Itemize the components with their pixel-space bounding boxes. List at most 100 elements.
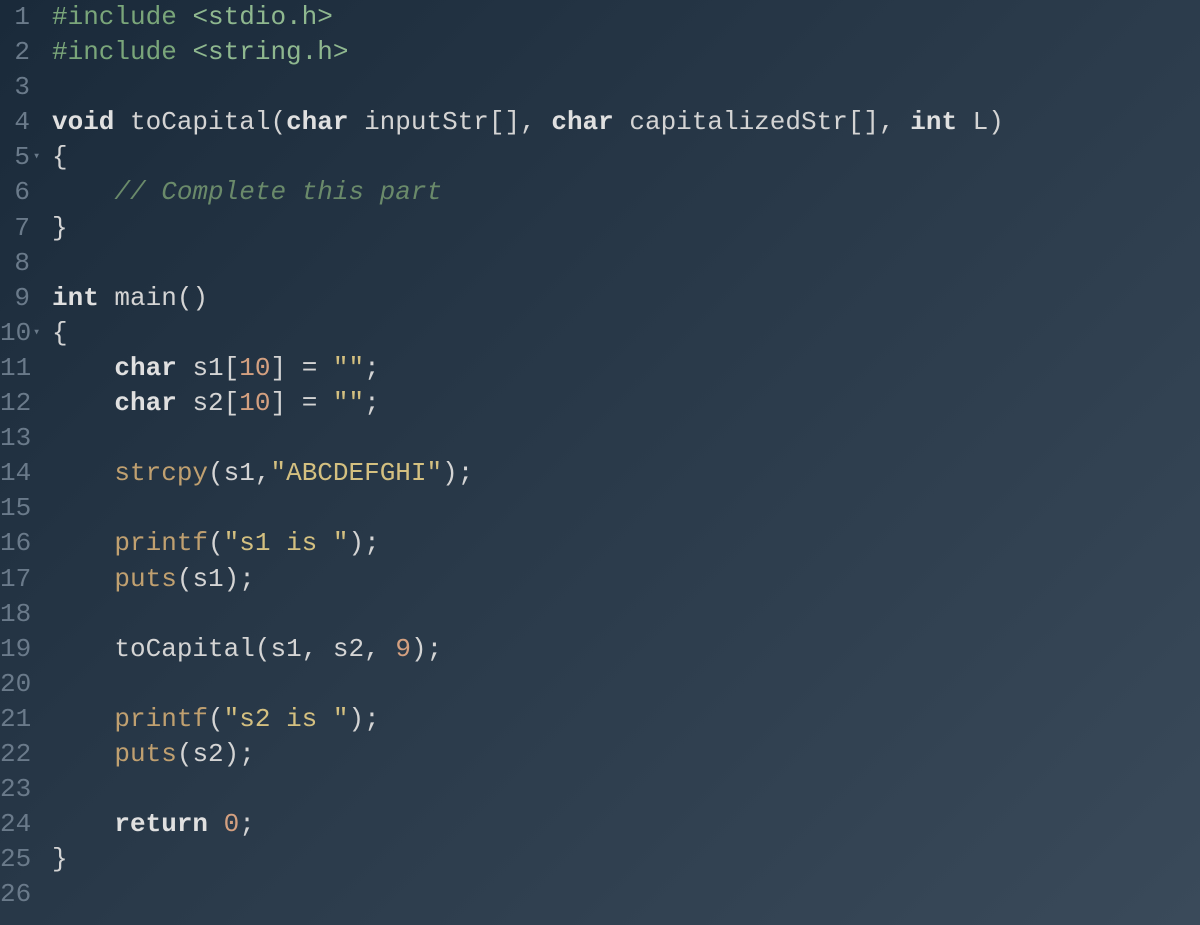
code-line[interactable] xyxy=(52,667,1200,702)
code-line[interactable] xyxy=(52,491,1200,526)
line-number: 4 xyxy=(0,105,30,140)
code-token: char xyxy=(114,388,192,418)
code-token xyxy=(52,528,114,558)
code-token: toCapital xyxy=(114,634,254,664)
code-line[interactable] xyxy=(52,877,1200,912)
code-token: L xyxy=(973,107,989,137)
code-token: ] xyxy=(270,388,286,418)
code-token: , xyxy=(364,634,395,664)
line-number: 12 xyxy=(0,386,30,421)
line-number: 7 xyxy=(0,211,30,246)
code-token: s1 xyxy=(224,458,255,488)
code-token: ( xyxy=(177,564,193,594)
code-token: } xyxy=(52,844,68,874)
code-token: ) xyxy=(442,458,458,488)
code-token xyxy=(52,177,114,207)
code-token: puts xyxy=(114,564,176,594)
line-number: 8 xyxy=(0,246,30,281)
code-token xyxy=(52,704,114,734)
code-token: ) xyxy=(348,528,364,558)
line-number: 16 xyxy=(0,526,30,561)
code-token: , xyxy=(302,634,333,664)
code-token: s1 xyxy=(192,353,223,383)
code-token: s2 xyxy=(192,739,223,769)
code-token: ( xyxy=(255,634,271,664)
code-token xyxy=(52,739,114,769)
code-token xyxy=(52,809,114,839)
code-line[interactable]: { xyxy=(52,316,1200,351)
line-number: 1 xyxy=(0,0,30,35)
line-number: 2 xyxy=(0,35,30,70)
code-line[interactable]: } xyxy=(52,842,1200,877)
code-token: s2 xyxy=(333,634,364,664)
code-token: <string.h> xyxy=(192,37,348,67)
code-line[interactable]: return 0; xyxy=(52,807,1200,842)
code-line[interactable]: void toCapital(char inputStr[], char cap… xyxy=(52,105,1200,140)
line-number: 3 xyxy=(0,70,30,105)
code-token: ; xyxy=(239,809,255,839)
code-token: , xyxy=(255,458,271,488)
code-token: int xyxy=(910,107,972,137)
code-token: ; xyxy=(427,634,443,664)
code-token: ; xyxy=(239,564,255,594)
code-token: ( xyxy=(177,739,193,769)
code-token xyxy=(52,458,114,488)
code-token: ( xyxy=(208,704,224,734)
code-token: 9 xyxy=(395,634,411,664)
code-token xyxy=(52,564,114,594)
code-token: // Complete this part xyxy=(114,177,442,207)
code-area[interactable]: #include <stdio.h>#include <string.h> voi… xyxy=(40,0,1200,925)
code-token: char xyxy=(551,107,629,137)
line-number: 23 xyxy=(0,772,30,807)
code-token: #include xyxy=(52,2,192,32)
code-token: "" xyxy=(333,353,364,383)
code-token: { xyxy=(52,318,68,348)
code-line[interactable]: } xyxy=(52,211,1200,246)
code-token: printf xyxy=(114,704,208,734)
code-line[interactable]: int main() xyxy=(52,281,1200,316)
code-line[interactable]: puts(s1); xyxy=(52,562,1200,597)
line-number: 10 xyxy=(0,316,30,351)
code-line[interactable] xyxy=(52,421,1200,456)
code-line[interactable]: printf("s1 is "); xyxy=(52,526,1200,561)
code-line[interactable]: #include <stdio.h> xyxy=(52,0,1200,35)
code-token: [ xyxy=(224,353,240,383)
code-line[interactable]: #include <string.h> xyxy=(52,35,1200,70)
line-number: 24 xyxy=(0,807,30,842)
code-line[interactable]: toCapital(s1, s2, 9); xyxy=(52,632,1200,667)
code-token: { xyxy=(52,142,68,172)
code-line[interactable]: char s2[10] = ""; xyxy=(52,386,1200,421)
code-token: return xyxy=(114,809,223,839)
code-line[interactable]: // Complete this part xyxy=(52,175,1200,210)
line-number: 17 xyxy=(0,562,30,597)
code-line[interactable] xyxy=(52,772,1200,807)
code-line[interactable]: printf("s2 is "); xyxy=(52,702,1200,737)
code-line[interactable]: char s1[10] = ""; xyxy=(52,351,1200,386)
code-line[interactable] xyxy=(52,597,1200,632)
code-line[interactable]: puts(s2); xyxy=(52,737,1200,772)
code-token: char xyxy=(114,353,192,383)
code-token: ) xyxy=(224,564,240,594)
code-line[interactable] xyxy=(52,70,1200,105)
code-token: s2 xyxy=(192,388,223,418)
code-token xyxy=(52,353,114,383)
line-number: 22 xyxy=(0,737,30,772)
code-editor[interactable]: 1234567891011121314151617181920212223242… xyxy=(0,0,1200,925)
code-token: = xyxy=(286,388,333,418)
code-token: = xyxy=(286,353,333,383)
code-token: main xyxy=(114,283,176,313)
code-line[interactable]: { xyxy=(52,140,1200,175)
code-token: ; xyxy=(364,388,380,418)
line-number: 6 xyxy=(0,175,30,210)
code-line[interactable] xyxy=(52,246,1200,281)
code-token: [ xyxy=(224,388,240,418)
code-token: s1 xyxy=(192,564,223,594)
code-token: ) xyxy=(988,107,1004,137)
code-token: ) xyxy=(224,739,240,769)
code-token: [] xyxy=(489,107,520,137)
line-number: 5 xyxy=(0,140,30,175)
code-token: ; xyxy=(364,704,380,734)
code-token: ; xyxy=(364,528,380,558)
code-token: "s1 is " xyxy=(224,528,349,558)
code-line[interactable]: strcpy(s1,"ABCDEFGHI"); xyxy=(52,456,1200,491)
